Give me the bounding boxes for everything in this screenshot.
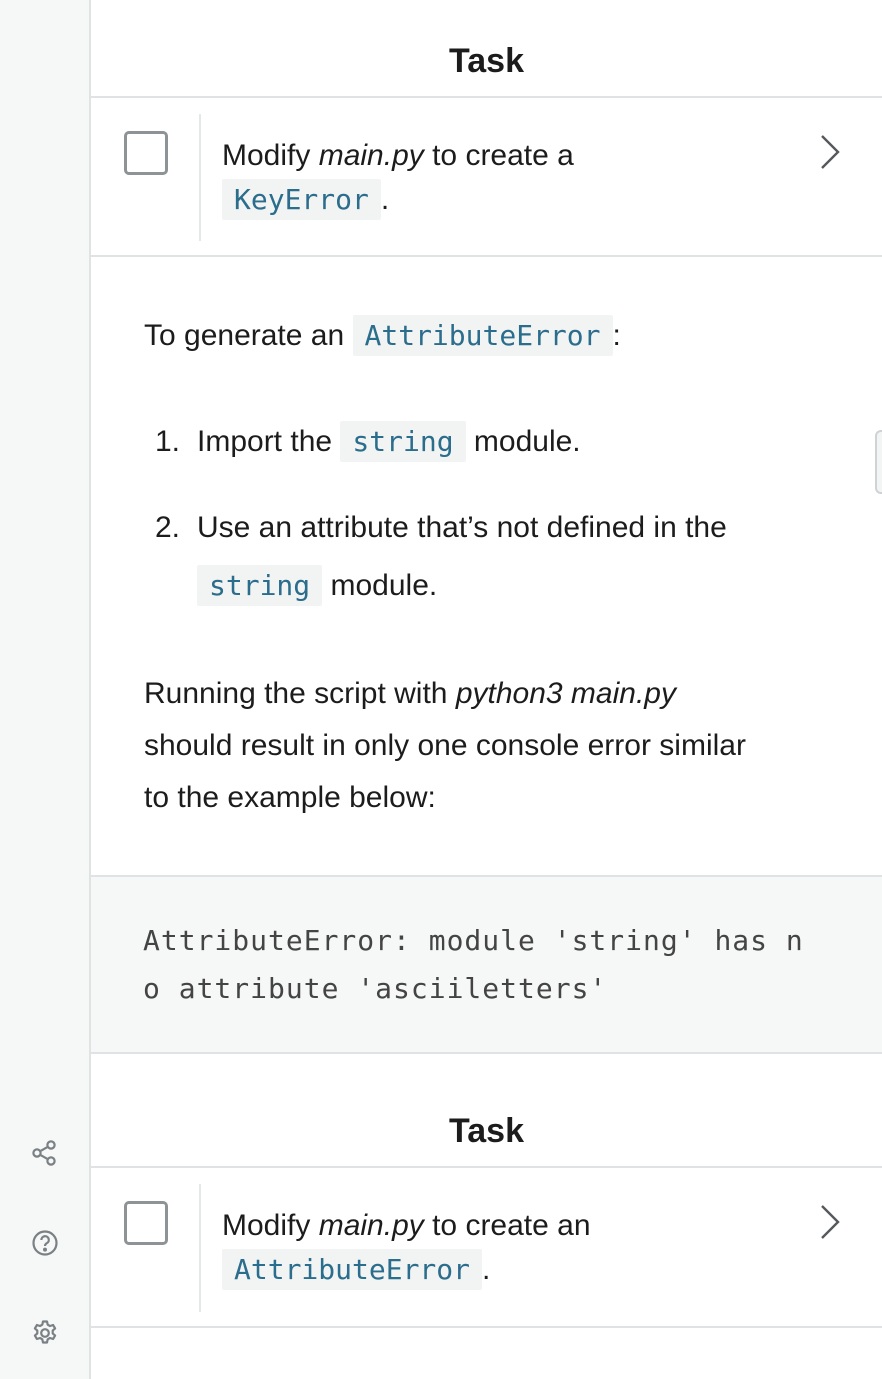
task-description: Modify main.py to create a KeyError. [222,134,574,222]
main-panel: Task Modify main.py to create a KeyError… [91,0,882,1379]
running-paragraph: Running the script with python3 main.py … [144,677,746,814]
inline-code: string [340,421,466,462]
inline-code: AttributeError [222,1249,483,1290]
task-header: Task [91,1070,882,1168]
scrollbar-handle[interactable] [875,430,882,494]
task-header: Task [91,0,882,98]
help-icon[interactable] [30,1228,60,1258]
inline-code: KeyError [222,179,381,220]
settings-icon[interactable] [30,1318,60,1348]
task-divider [199,114,201,241]
share-icon[interactable] [30,1138,60,1168]
list-item: 2. Use an attribute that’s not defined in… [155,506,727,608]
chevron-right-icon[interactable] [816,1202,844,1242]
command: python3 main.py [455,677,676,710]
chevron-right-icon[interactable] [816,132,844,172]
task-row-keyerror[interactable]: Modify main.py to create a KeyError. [91,98,882,257]
task-description: Modify main.py to create an AttributeErr… [222,1204,591,1292]
inline-code: AttributeError [352,315,613,356]
left-rail [0,0,91,1379]
file-name: main.py [318,1209,424,1242]
task-checkbox[interactable] [124,131,168,175]
task-checkbox[interactable] [124,1201,168,1245]
intro-paragraph: To generate an AttributeError: [144,313,621,359]
inline-code: string [197,565,323,606]
code-block: AttributeError: module 'string' has n o … [91,875,882,1054]
file-name: main.py [318,139,424,172]
list-item: 1. Import the string module. [155,420,581,464]
code-example: AttributeError: module 'string' has n o … [143,924,804,1005]
task-row-attributeerror[interactable]: Modify main.py to create an AttributeErr… [91,1168,882,1328]
task-divider [199,1184,201,1312]
